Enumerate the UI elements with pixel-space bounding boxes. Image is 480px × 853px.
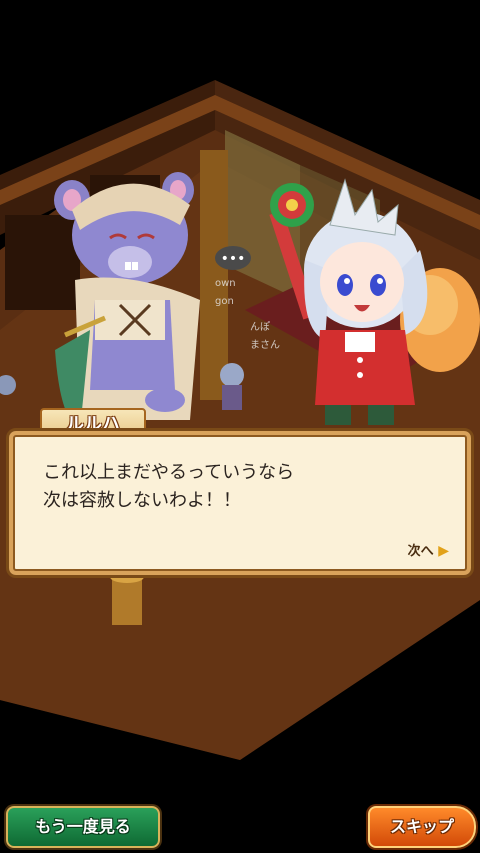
dialog-box[interactable]: これ以上まだやるっていうなら 次は容赦しないわよ！！ 次へ ▶	[6, 428, 474, 578]
dialog-line-1: これ以上まだやるっていうなら	[43, 462, 295, 483]
background-name-1: own	[215, 278, 236, 289]
skip-button[interactable]: スキップ	[368, 806, 476, 848]
next-button[interactable]: 次へ ▶	[408, 540, 449, 559]
wooden-pillar	[200, 150, 228, 400]
thinking-bubble: •••	[215, 246, 251, 270]
replay-button[interactable]: もう一度見る	[6, 806, 160, 848]
next-arrow-icon: ▶	[438, 543, 449, 559]
rat-character	[54, 172, 200, 430]
background-name-4: まさん	[250, 339, 280, 351]
svg-text:•••: •••	[221, 251, 246, 267]
dialog-line-2: 次は容赦しないわよ！！	[43, 490, 241, 511]
dialog-text: これ以上まだやるっていうなら 次は容赦しないわよ！！	[43, 459, 294, 515]
background-name-3: んぽ	[250, 321, 270, 333]
next-label: 次へ	[407, 544, 434, 559]
background-name-2: gon	[215, 296, 234, 307]
